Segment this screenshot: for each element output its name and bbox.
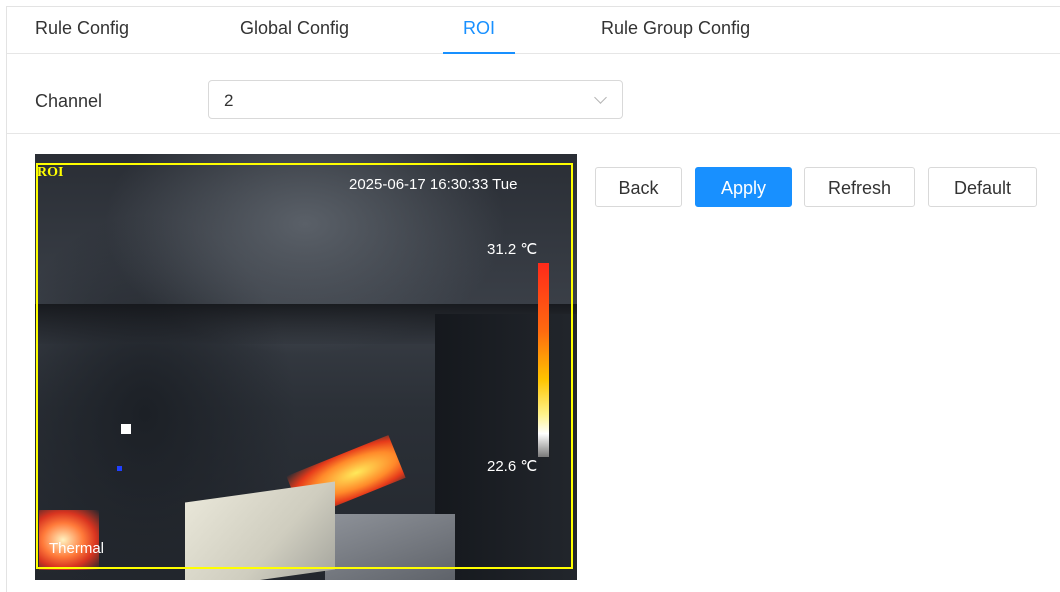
roi-label: ROI [37, 165, 64, 180]
osd-timestamp: 2025-06-17 16:30:33 Tue [349, 176, 518, 193]
channel-select[interactable]: 2 [208, 80, 623, 119]
refresh-button[interactable]: Refresh [804, 167, 915, 207]
channel-select-value: 2 [224, 91, 234, 110]
live-video-view[interactable]: ROI 2025-06-17 16:30:33 Tue 31.2 ℃ 22.6 … [35, 154, 577, 580]
temperature-scale-bar [538, 263, 549, 457]
apply-button[interactable]: Apply [695, 167, 792, 207]
channel-row: Channel 2 [7, 55, 1060, 134]
chevron-down-icon [594, 91, 607, 104]
roi-region[interactable] [36, 163, 573, 569]
tab-rule-group-config[interactable]: Rule Group Config [601, 7, 750, 53]
tab-global-config[interactable]: Global Config [240, 7, 349, 53]
back-button[interactable]: Back [595, 167, 682, 207]
tab-roi[interactable]: ROI [442, 7, 516, 54]
channel-label: Channel [35, 91, 103, 111]
osd-mode-label: Thermal [49, 540, 105, 557]
default-button[interactable]: Default [928, 167, 1037, 207]
temperature-max: 31.2 ℃ [487, 241, 538, 258]
tab-bar: Rule Config Global Config ROI Rule Group… [7, 7, 1060, 54]
temperature-min: 22.6 ℃ [487, 458, 538, 475]
tab-rule-config[interactable]: Rule Config [35, 7, 129, 53]
